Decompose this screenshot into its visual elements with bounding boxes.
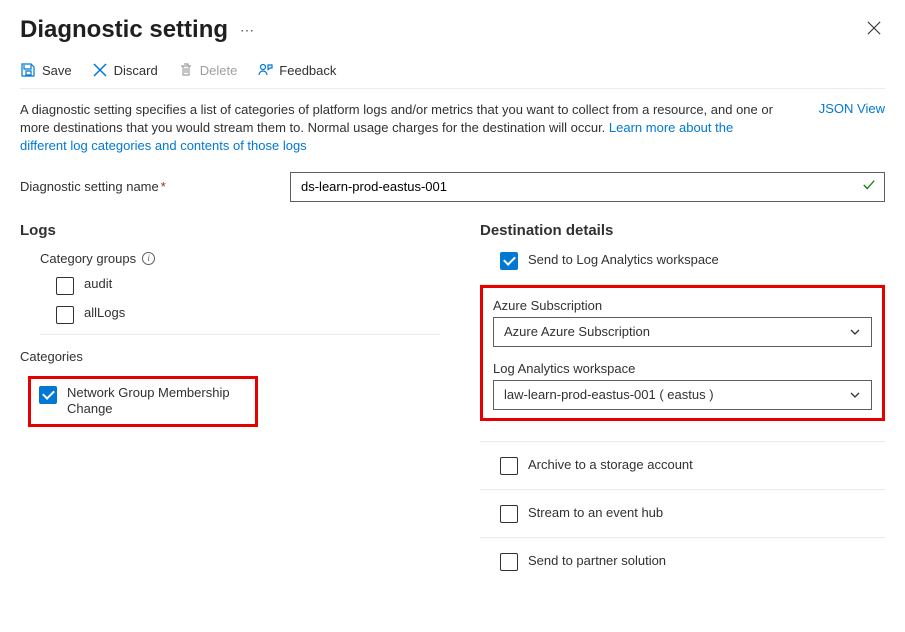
- info-icon[interactable]: i: [142, 252, 155, 265]
- name-form-row: Diagnostic setting name*: [20, 172, 885, 202]
- alllogs-checkbox[interactable]: [56, 306, 74, 324]
- logs-column: Logs Category groups i audit allLogs Cat…: [20, 222, 440, 585]
- chevron-down-icon: [849, 389, 861, 401]
- name-label: Diagnostic setting name*: [20, 179, 280, 194]
- alllogs-row[interactable]: allLogs: [40, 305, 440, 324]
- name-input[interactable]: [291, 173, 862, 201]
- eventhub-row[interactable]: Stream to an event hub: [480, 489, 885, 537]
- workspace-select[interactable]: law-learn-prod-eastus-001 ( eastus ): [493, 380, 872, 410]
- send-law-checkbox[interactable]: [500, 252, 518, 270]
- partner-row[interactable]: Send to partner solution: [480, 537, 885, 585]
- feedback-icon: [257, 62, 273, 78]
- discard-label: Discard: [114, 63, 158, 78]
- save-icon: [20, 62, 36, 78]
- send-law-row[interactable]: Send to Log Analytics workspace: [480, 251, 885, 284]
- audit-row[interactable]: audit: [40, 276, 440, 295]
- archive-checkbox[interactable]: [500, 457, 518, 475]
- delete-label: Delete: [200, 63, 238, 78]
- close-icon[interactable]: [863, 17, 885, 44]
- save-label: Save: [42, 63, 72, 78]
- highlight-categories: Network Group Membership Change: [28, 376, 258, 428]
- json-view-link[interactable]: JSON View: [819, 101, 885, 156]
- send-law-label: Send to Log Analytics workspace: [528, 252, 719, 269]
- workspace-label: Log Analytics workspace: [493, 361, 872, 376]
- divider: [40, 334, 440, 335]
- category-item-row[interactable]: Network Group Membership Change: [39, 385, 247, 419]
- name-input-wrapper[interactable]: [290, 172, 885, 202]
- partner-checkbox[interactable]: [500, 553, 518, 571]
- category-item-label: Network Group Membership Change: [67, 385, 237, 419]
- subscription-value: Azure Azure Subscription: [504, 324, 650, 339]
- subscription-label: Azure Subscription: [493, 298, 872, 313]
- highlight-destination: Azure Subscription Azure Azure Subscript…: [480, 285, 885, 421]
- category-groups-header: Category groups i: [40, 251, 440, 266]
- destination-column: Destination details Send to Log Analytic…: [480, 222, 885, 585]
- partner-label: Send to partner solution: [528, 553, 666, 570]
- eventhub-label: Stream to an event hub: [528, 505, 663, 522]
- checkmark-icon: [862, 178, 876, 195]
- archive-row[interactable]: Archive to a storage account: [480, 441, 885, 489]
- workspace-value: law-learn-prod-eastus-001 ( eastus ): [504, 387, 714, 402]
- toolbar: Save Discard Delete Feedback: [20, 62, 885, 89]
- discard-icon: [92, 62, 108, 78]
- subscription-select[interactable]: Azure Azure Subscription: [493, 317, 872, 347]
- save-button[interactable]: Save: [20, 62, 72, 78]
- category-groups-section: Category groups i audit allLogs: [20, 251, 440, 324]
- logs-title: Logs: [20, 222, 440, 239]
- category-groups-label: Category groups: [40, 251, 136, 266]
- delete-button: Delete: [178, 62, 238, 78]
- audit-label: audit: [84, 276, 112, 293]
- category-item-checkbox[interactable]: [39, 386, 57, 404]
- categories-label: Categories: [20, 349, 440, 364]
- subscription-field: Azure Subscription Azure Azure Subscript…: [493, 298, 872, 347]
- alllogs-label: allLogs: [84, 305, 125, 322]
- discard-button[interactable]: Discard: [92, 62, 158, 78]
- feedback-button[interactable]: Feedback: [257, 62, 336, 78]
- feedback-label: Feedback: [279, 63, 336, 78]
- description-row: A diagnostic setting specifies a list of…: [20, 101, 885, 156]
- required-asterisk: *: [161, 179, 166, 194]
- description-text: A diagnostic setting specifies a list of…: [20, 101, 780, 156]
- audit-checkbox[interactable]: [56, 277, 74, 295]
- ellipsis-icon[interactable]: ⋯: [240, 22, 255, 39]
- page-header: Diagnostic setting ⋯: [20, 16, 885, 44]
- destination-title: Destination details: [480, 222, 885, 239]
- eventhub-checkbox[interactable]: [500, 505, 518, 523]
- page-title: Diagnostic setting: [20, 16, 228, 44]
- delete-icon: [178, 62, 194, 78]
- workspace-field: Log Analytics workspace law-learn-prod-e…: [493, 361, 872, 410]
- archive-label: Archive to a storage account: [528, 457, 693, 474]
- chevron-down-icon: [849, 326, 861, 338]
- name-label-text: Diagnostic setting name: [20, 179, 159, 194]
- main-columns: Logs Category groups i audit allLogs Cat…: [20, 222, 885, 585]
